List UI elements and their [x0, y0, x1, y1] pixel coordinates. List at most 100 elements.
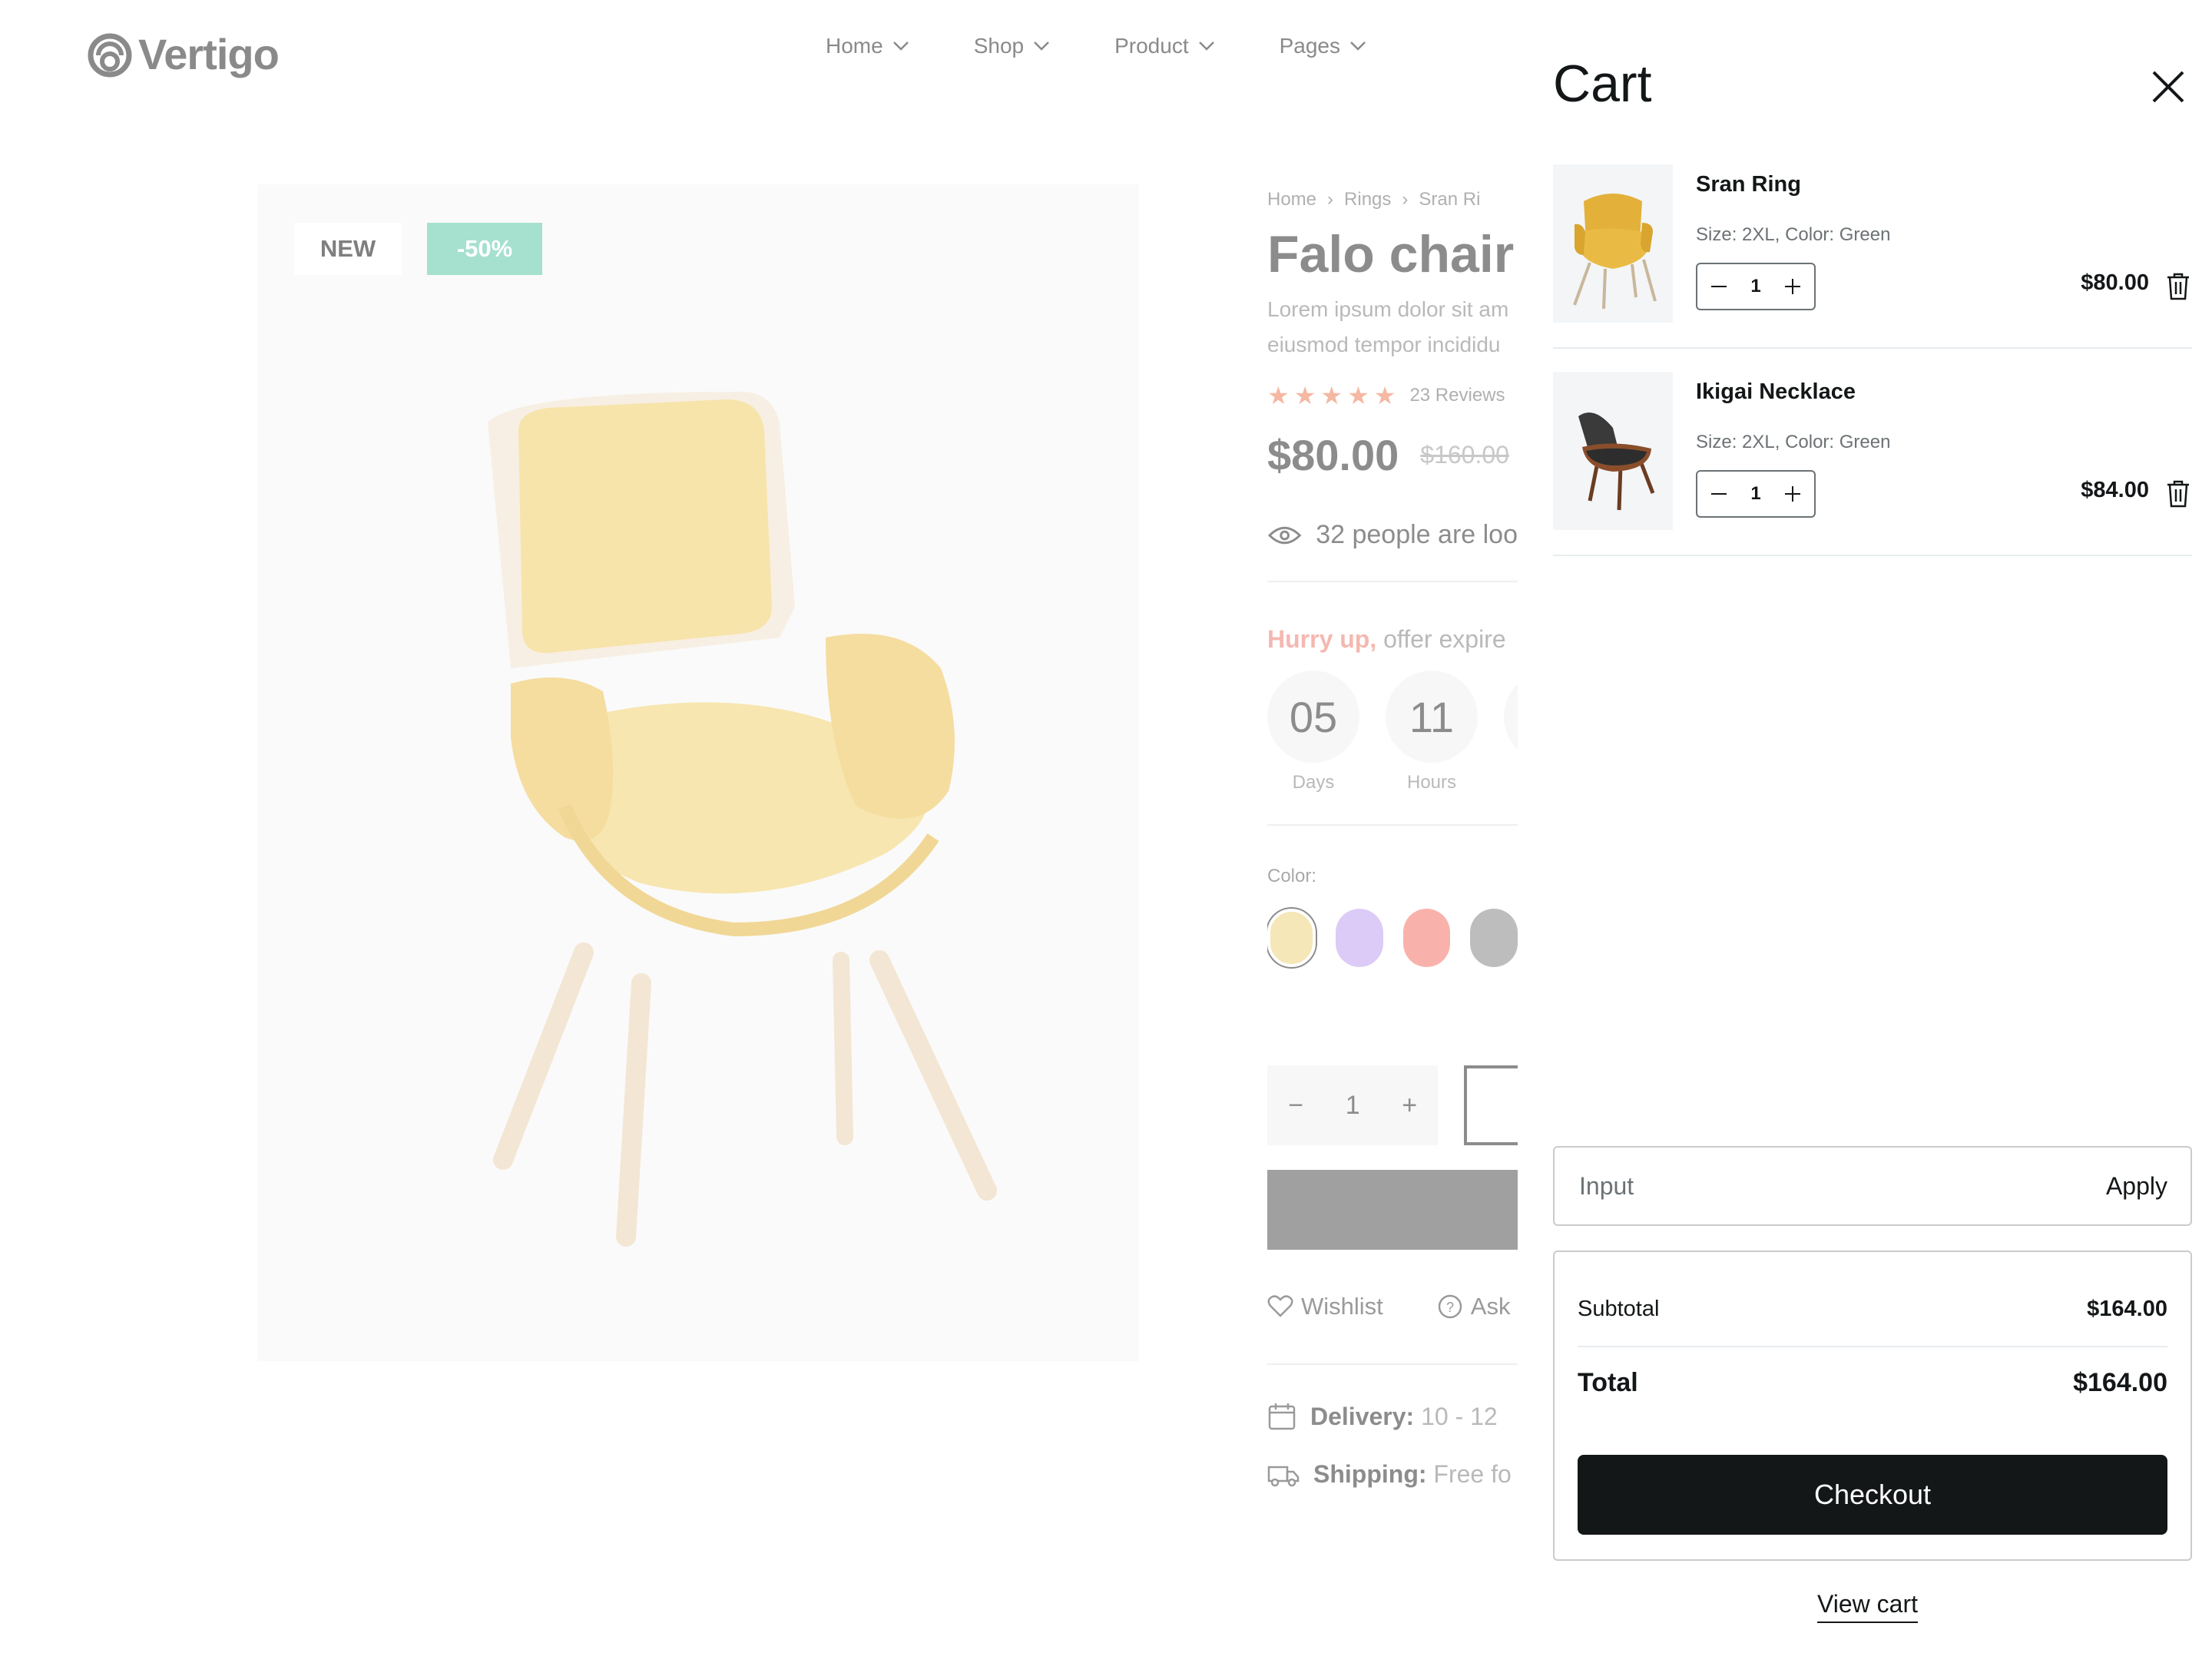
heart-icon — [1267, 1295, 1293, 1317]
quantity-stepper: 1 — [1696, 470, 1816, 518]
chevron-down-icon — [1034, 41, 1049, 51]
product-description: Lorem ipsum dolor sit am eiusmod tempor … — [1267, 292, 1518, 363]
color-swatch[interactable] — [1470, 909, 1518, 967]
total-row: Total $164.00 — [1578, 1363, 2167, 1403]
offer-countdown-label: Hurry up, offer expire — [1267, 625, 1518, 654]
breadcrumb-rings[interactable]: Rings — [1344, 189, 1391, 210]
star-icon: ★ — [1373, 382, 1396, 409]
cart-item-meta: Size: 2XL, Color: Green — [1696, 432, 1891, 452]
nav-item-product[interactable]: Product — [1114, 34, 1215, 58]
main-nav: Home Shop Product Pages — [826, 34, 1366, 58]
cart-item: Sran Ring Size: 2XL, Color: Green 1 $80.… — [1553, 164, 2192, 349]
plus-icon[interactable] — [1782, 276, 1803, 297]
hurry-text: offer expire — [1376, 625, 1506, 653]
logo-text: Vertigo — [138, 29, 280, 78]
price-block: $80.00 $160.00 — [1267, 430, 1518, 480]
dark-lounge-chair-icon — [1578, 412, 1655, 511]
cart-item-name[interactable]: Ikigai Necklace — [1696, 379, 1856, 405]
coupon-input[interactable] — [1578, 1171, 2011, 1201]
trash-icon[interactable] — [2164, 272, 2192, 301]
new-badge: NEW — [294, 223, 402, 275]
chevron-down-icon — [1350, 41, 1366, 51]
color-swatch[interactable] — [1336, 909, 1383, 967]
quantity-value: 1 — [1750, 483, 1761, 504]
subtotal-row: Subtotal $164.00 — [1578, 1292, 2167, 1326]
star-icon: ★ — [1320, 382, 1343, 409]
viewers-info: 32 people are loo — [1267, 520, 1518, 550]
wishlist-toggle-button[interactable] — [1464, 1065, 1518, 1145]
divider — [1267, 1363, 1518, 1365]
divider — [1267, 581, 1518, 582]
divider — [1578, 1346, 2167, 1347]
quantity-row: − 1 + — [1267, 1065, 1518, 1145]
chevron-down-icon — [1198, 41, 1214, 51]
nav-item-shop[interactable]: Shop — [974, 34, 1050, 58]
viewers-text: 32 people are loo — [1316, 520, 1518, 549]
nav-item-label: Shop — [973, 34, 1025, 58]
checkout-button[interactable]: Checkout — [1578, 1455, 2167, 1535]
timer-minutes — [1504, 671, 1518, 793]
plus-icon[interactable]: + — [1402, 1091, 1417, 1121]
timer-label: Hours — [1406, 772, 1457, 793]
quantity-stepper: 1 — [1696, 263, 1816, 310]
shipping-value: Free fo — [1433, 1460, 1512, 1488]
product-title: Falo chair — [1267, 225, 1515, 283]
total-value: $164.00 — [2073, 1367, 2167, 1397]
nav-item-home[interactable]: Home — [826, 34, 909, 58]
nav-item-label: Product — [1114, 34, 1189, 58]
close-icon[interactable] — [2149, 68, 2187, 106]
minus-icon[interactable] — [1708, 483, 1730, 505]
shipping-info: Shipping: Free fo — [1267, 1460, 1518, 1489]
color-label: Color: — [1267, 866, 1317, 886]
color-swatch[interactable] — [1402, 909, 1451, 967]
cart-item-price: $84.00 — [2081, 478, 2149, 502]
ask-button[interactable]: ? Ask — [1437, 1293, 1510, 1320]
breadcrumb-home[interactable]: Home — [1267, 189, 1316, 210]
cart-item-image[interactable] — [1553, 372, 1673, 530]
breadcrumb: Home › Rings › Sran Ri — [1267, 189, 1518, 210]
minus-icon[interactable] — [1708, 276, 1730, 297]
coupon-field: Apply — [1553, 1146, 2192, 1226]
hurry-highlight: Hurry up, — [1267, 625, 1377, 653]
shipping-label: Shipping: — [1313, 1460, 1427, 1488]
star-icon: ★ — [1293, 382, 1316, 409]
timer-label: Days — [1292, 772, 1335, 793]
color-swatch[interactable] — [1267, 909, 1316, 967]
countdown-timer: 05 Days 11 Hours — [1267, 671, 1518, 793]
timer-value — [1504, 671, 1518, 763]
cart-item-price: $80.00 — [2081, 270, 2149, 295]
add-to-cart-button[interactable] — [1267, 1170, 1518, 1250]
apply-coupon-button[interactable]: Apply — [2106, 1172, 2167, 1201]
cart-item-meta: Size: 2XL, Color: Green — [1696, 224, 1891, 245]
view-cart-link[interactable]: View cart — [1817, 1590, 1919, 1623]
product-gallery: NEW -50% — [257, 184, 1139, 1361]
trash-icon[interactable] — [2164, 479, 2192, 508]
nav-item-label: Home — [826, 34, 883, 58]
calendar-icon — [1268, 1403, 1296, 1430]
timer-days: 05 Days — [1267, 671, 1359, 793]
chevron-right-icon: › — [1402, 189, 1409, 210]
svg-text:?: ? — [1446, 1300, 1454, 1315]
wishlist-label: Wishlist — [1301, 1293, 1383, 1320]
product-image — [488, 392, 997, 1247]
cart-item-name[interactable]: Sran Ring — [1696, 172, 1801, 197]
plus-icon[interactable] — [1782, 483, 1803, 505]
logo[interactable]: Vertigo — [88, 23, 280, 84]
cart-title: Cart — [1553, 55, 1652, 113]
subtotal-label: Subtotal — [1578, 1296, 1660, 1321]
breadcrumb-current: Sran Ri — [1419, 189, 1481, 210]
chevron-right-icon: › — [1327, 189, 1334, 210]
wishlist-button[interactable]: Wishlist — [1267, 1293, 1383, 1320]
minus-icon[interactable]: − — [1288, 1091, 1303, 1121]
star-icon: ★ — [1347, 382, 1369, 409]
discount-badge: -50% — [427, 223, 542, 275]
reviews-count[interactable]: 23 Reviews — [1409, 385, 1505, 406]
nav-item-pages[interactable]: Pages — [1280, 34, 1366, 58]
timer-value: 11 — [1386, 671, 1478, 763]
product-price: $80.00 — [1267, 431, 1399, 479]
yellow-chair-icon — [1573, 194, 1657, 309]
quantity-value: 1 — [1750, 276, 1761, 296]
cart-summary: Subtotal $164.00 Total $164.00 Checkout — [1553, 1251, 2192, 1561]
description-line: Lorem ipsum dolor sit am — [1267, 297, 1509, 321]
cart-item-image[interactable] — [1553, 164, 1673, 323]
